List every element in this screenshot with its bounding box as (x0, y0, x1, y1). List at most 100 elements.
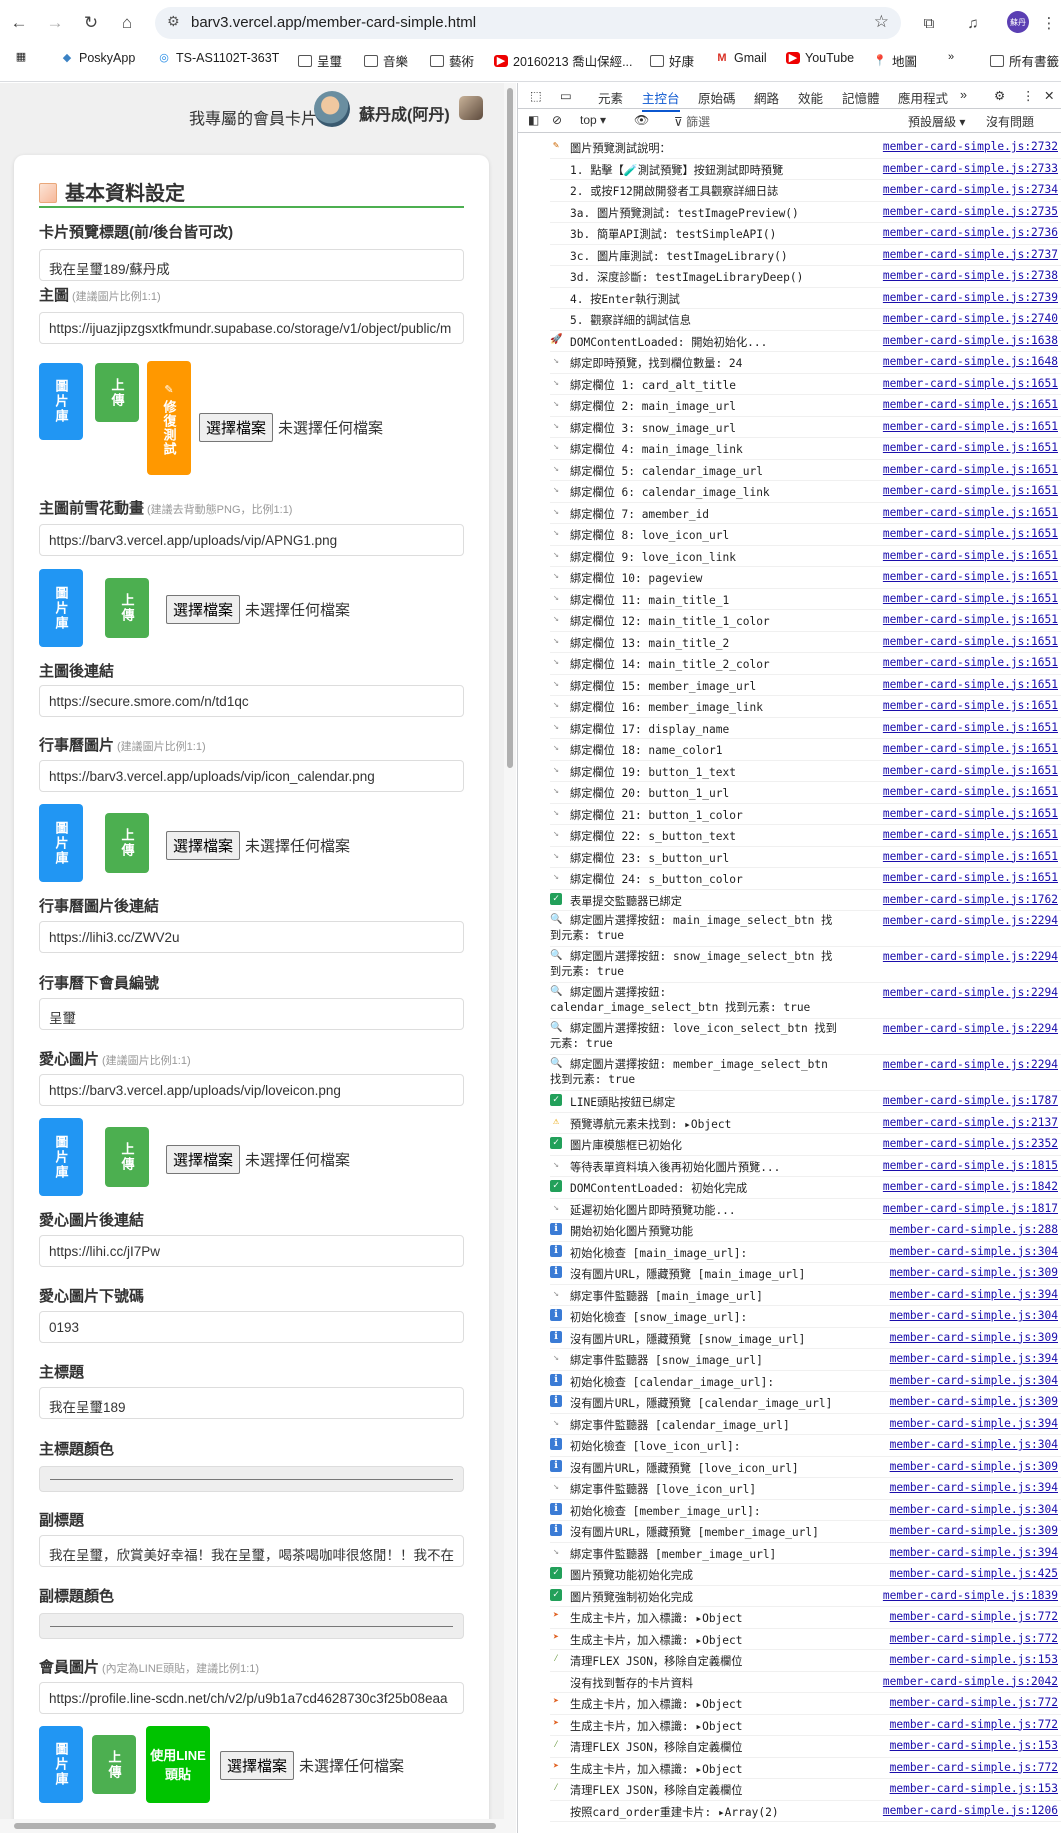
console-source-link[interactable]: member-card-simple.js:1651 (883, 484, 1058, 497)
pageview-input[interactable]: 0193 (39, 1311, 464, 1343)
file-picker[interactable]: 選擇檔案 未選擇任何檔案 (220, 1750, 404, 1780)
image-library-button[interactable]: 圖片庫 (39, 1118, 83, 1196)
fix-test-button[interactable]: ✎ 修復測試 (147, 361, 191, 475)
bookmark-youtube[interactable]: ▶ YouTube (786, 51, 854, 65)
console-source-link[interactable]: member-card-simple.js:1651 (883, 441, 1058, 454)
bookmark-video[interactable]: ▶ 20160213 喬山保經... (494, 51, 633, 70)
console-source-link[interactable]: member-card-simple.js:1651 (883, 828, 1058, 841)
main-image-url-input[interactable]: https://ijuazjipzgsxtkfmundr.supabase.co… (39, 312, 464, 344)
image-library-button[interactable]: 圖片庫 (39, 363, 83, 440)
console-source-link[interactable]: member-card-simple.js:1651 (883, 527, 1058, 540)
choose-file-button[interactable]: 選擇檔案 (199, 412, 274, 442)
console-source-link[interactable]: member-card-simple.js:2733 (883, 162, 1058, 175)
file-picker[interactable]: 選擇檔案 未選擇任何檔案 (199, 412, 383, 442)
bookmark-folder-chengxi[interactable]: 呈璽 (298, 51, 342, 70)
main-title-input[interactable]: 我在呈璽189 (39, 1387, 464, 1419)
tab-network[interactable]: 網路 (754, 88, 779, 107)
eye-icon[interactable]: 👁 (634, 113, 649, 127)
forward-icon[interactable]: → (42, 10, 68, 36)
console-source-link[interactable]: member-card-simple.js:309 (890, 1266, 1058, 1279)
home-icon[interactable]: ⌂ (114, 10, 140, 36)
console-source-link[interactable]: member-card-simple.js:1651 (883, 721, 1058, 734)
tab-memory[interactable]: 記憶體 (842, 88, 880, 107)
console-source-link[interactable]: member-card-simple.js:1651 (883, 785, 1058, 798)
console-source-link[interactable]: member-card-simple.js:394 (890, 1352, 1058, 1365)
console-source-link[interactable]: member-card-simple.js:394 (890, 1546, 1058, 1559)
console-source-link[interactable]: member-card-simple.js:1648 (883, 355, 1058, 368)
console-source-link[interactable]: member-card-simple.js:1651 (883, 742, 1058, 755)
line-avatar-button[interactable]: 使用LINE頭貼 (146, 1726, 210, 1803)
console-source-link[interactable]: member-card-simple.js:1651 (883, 699, 1058, 712)
console-source-link[interactable]: member-card-simple.js:1651 (883, 398, 1058, 411)
console-source-link[interactable]: member-card-simple.js:2294 (883, 986, 1058, 999)
console-source-link[interactable]: member-card-simple.js:1651 (883, 764, 1058, 777)
image-library-button[interactable]: 圖片庫 (39, 1726, 83, 1803)
console-source-link[interactable]: member-card-simple.js:1651 (883, 656, 1058, 669)
bookmark-star-icon[interactable]: ☆ (874, 12, 889, 32)
bookmark-maps[interactable]: 📍 地圖 (873, 51, 917, 70)
choose-file-button[interactable]: 選擇檔案 (220, 1750, 295, 1780)
console-source-link[interactable]: member-card-simple.js:2737 (883, 248, 1058, 261)
console-source-link[interactable]: member-card-simple.js:394 (890, 1288, 1058, 1301)
console-source-link[interactable]: member-card-simple.js:1651 (883, 549, 1058, 562)
console-source-link[interactable]: member-card-simple.js:2740 (883, 312, 1058, 325)
main-title-color-picker[interactable] (39, 1466, 464, 1492)
console-source-link[interactable]: member-card-simple.js:1787 (883, 1094, 1058, 1107)
console-source-link[interactable]: member-card-simple.js:288 (890, 1223, 1058, 1236)
filter-input[interactable]: ⊽ 篩選 (674, 113, 894, 130)
choose-file-button[interactable]: 選擇檔案 (166, 830, 241, 860)
console-source-link[interactable]: member-card-simple.js:153 (890, 1739, 1058, 1752)
device-toolbar-icon[interactable]: ▭ (560, 88, 572, 103)
bookmark-folder-art[interactable]: 藝術 (430, 51, 474, 70)
upload-button[interactable]: 上傳 (105, 1127, 149, 1187)
console-source-link[interactable]: member-card-simple.js:1762 (883, 893, 1058, 906)
console-source-link[interactable]: member-card-simple.js:304 (890, 1374, 1058, 1387)
console-source-link[interactable]: member-card-simple.js:1651 (883, 463, 1058, 476)
console-source-link[interactable]: member-card-simple.js:2042 (883, 1675, 1058, 1688)
page-vertical-scrollbar[interactable] (504, 83, 516, 1833)
bookmark-all[interactable]: 所有書籤 (990, 51, 1059, 70)
apps-icon[interactable]: ▦ (14, 51, 28, 63)
console-source-link[interactable]: member-card-simple.js:1651 (883, 570, 1058, 583)
console-source-link[interactable]: member-card-simple.js:772 (890, 1718, 1058, 1731)
file-picker[interactable]: 選擇檔案 未選擇任何檔案 (166, 1144, 350, 1174)
console-source-link[interactable]: member-card-simple.js:309 (890, 1460, 1058, 1473)
console-source-link[interactable]: member-card-simple.js:1651 (883, 592, 1058, 605)
console-source-link[interactable]: member-card-simple.js:1651 (883, 850, 1058, 863)
scrollbar-thumb[interactable] (14, 1823, 496, 1829)
console-source-link[interactable]: member-card-simple.js:304 (890, 1503, 1058, 1516)
choose-file-button[interactable]: 選擇檔案 (166, 594, 241, 624)
console-source-link[interactable]: member-card-simple.js:772 (890, 1761, 1058, 1774)
console-source-link[interactable]: member-card-simple.js:153 (890, 1653, 1058, 1666)
clear-console-icon[interactable]: ⊘ (552, 113, 562, 127)
snow-image-url-input[interactable]: https://barv3.vercel.app/uploads/vip/APN… (39, 524, 464, 556)
main-image-link-input[interactable]: https://secure.smore.com/n/td1qc (39, 685, 464, 717)
scrollbar-thumb[interactable] (507, 88, 513, 768)
bookmark-folder-deals[interactable]: 好康 (650, 51, 694, 70)
console-source-link[interactable]: member-card-simple.js:772 (890, 1610, 1058, 1623)
console-source-link[interactable]: member-card-simple.js:2736 (883, 226, 1058, 239)
subtitle-input[interactable]: 我在呈璽，欣賞美好幸福！我在呈璽，喝茶喝咖啡很悠閒！！我不在 (39, 1535, 464, 1567)
console-source-link[interactable]: member-card-simple.js:1638 (883, 334, 1058, 347)
love-link-input[interactable]: https://lihi.cc/jI7Pw (39, 1235, 464, 1267)
console-source-link[interactable]: member-card-simple.js:309 (890, 1395, 1058, 1408)
console-source-link[interactable]: member-card-simple.js:2294 (883, 1022, 1058, 1035)
console-source-link[interactable]: member-card-simple.js:1651 (883, 678, 1058, 691)
inspect-element-icon[interactable]: ⬚ (530, 88, 542, 103)
console-source-link[interactable]: member-card-simple.js:2738 (883, 269, 1058, 282)
tab-application[interactable]: 應用程式 (898, 88, 948, 107)
console-source-link[interactable]: member-card-simple.js:2739 (883, 291, 1058, 304)
upload-button[interactable]: 上傳 (95, 363, 139, 422)
console-source-link[interactable]: member-card-simple.js:2294 (883, 1058, 1058, 1071)
console-source-link[interactable]: member-card-simple.js:425 (890, 1567, 1058, 1580)
console-source-link[interactable]: member-card-simple.js:394 (890, 1481, 1058, 1494)
site-info-icon[interactable]: ⚙ (167, 13, 180, 30)
more-options-icon[interactable]: ⋮ (1022, 88, 1035, 103)
card-alt-title-input[interactable]: 我在呈璽189/蘇丹成 (39, 249, 464, 281)
bookmark-gmail[interactable]: M Gmail (715, 51, 766, 65)
member-number-input[interactable]: 呈璽 (39, 998, 464, 1030)
console-source-link[interactable]: member-card-simple.js:1651 (883, 420, 1058, 433)
upload-button[interactable]: 上傳 (105, 813, 149, 873)
console-source-link[interactable]: member-card-simple.js:309 (890, 1524, 1058, 1537)
image-library-button[interactable]: 圖片庫 (39, 804, 83, 882)
